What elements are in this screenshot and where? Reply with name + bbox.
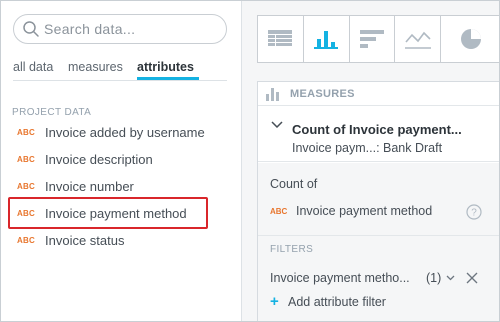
measure-configuration: Count of ABC Invoice payment method ? FI… — [258, 163, 499, 321]
configuration-panel: MEASURES Count of Invoice payment... Inv… — [241, 1, 499, 321]
count-of-attribute-label: Invoice payment method — [296, 204, 433, 218]
measures-header: MEASURES — [258, 82, 499, 106]
data-catalog-panel: all data measures attributes PROJECT DAT… — [1, 1, 241, 321]
search-icon — [23, 21, 39, 37]
list-item-invoice-number[interactable]: ABC Invoice number — [1, 173, 241, 200]
line-chart-icon — [404, 31, 431, 49]
app-frame: all data measures attributes PROJECT DAT… — [0, 0, 500, 322]
attribute-badge: ABC — [17, 236, 35, 245]
plus-icon: + — [270, 293, 279, 310]
tab-all-data[interactable]: all data — [13, 60, 53, 74]
filter-label: Invoice payment metho... — [270, 271, 410, 285]
list-item-invoice-status[interactable]: ABC Invoice status — [1, 227, 241, 254]
measure-filter-summary: Invoice paym...: Bank Draft — [292, 141, 443, 155]
attribute-badge: ABC — [17, 155, 35, 164]
bar-chart-viz-button[interactable] — [350, 16, 396, 62]
list-item-invoice-description[interactable]: ABC Invoice description — [1, 146, 241, 173]
attribute-label: Invoice status — [45, 233, 125, 248]
table-icon — [268, 30, 293, 46]
attribute-badge: ABC — [17, 209, 35, 218]
filters-title: FILTERS — [270, 244, 314, 255]
measures-title: MEASURES — [290, 88, 355, 100]
line-chart-viz-button[interactable] — [395, 16, 442, 62]
attribute-badge: ABC — [17, 182, 35, 191]
attribute-label: Invoice payment method — [45, 206, 187, 221]
column-chart-viz-button[interactable] — [304, 16, 350, 62]
pie-chart-icon — [461, 29, 482, 49]
tab-measures[interactable]: measures — [68, 60, 123, 74]
attribute-label: Invoice description — [45, 152, 153, 167]
section-title-project-data: PROJECT DATA — [12, 107, 92, 118]
search-input[interactable] — [44, 18, 222, 40]
bar-chart-icon — [360, 30, 385, 48]
filter-count: (1) — [426, 271, 442, 285]
chevron-down-icon[interactable] — [446, 275, 455, 281]
attribute-list: ABC Invoice added by username ABC Invoic… — [1, 119, 241, 254]
count-of-label: Count of — [270, 177, 318, 191]
list-item-invoice-payment-method[interactable]: ABC Invoice payment method — [1, 200, 241, 227]
visualization-type-picker — [257, 15, 499, 63]
svg-text:?: ? — [471, 208, 477, 219]
search-box[interactable] — [13, 14, 227, 44]
attribute-badge: ABC — [270, 207, 288, 216]
attribute-label: Invoice added by username — [45, 125, 205, 140]
count-of-attribute[interactable]: ABC Invoice payment method ? — [270, 201, 490, 223]
column-chart-icon — [314, 31, 339, 49]
measure-item[interactable]: Count of Invoice payment... Invoice paym… — [258, 107, 499, 162]
active-tab-indicator — [137, 77, 199, 80]
chevron-down-icon[interactable] — [271, 121, 283, 129]
help-icon[interactable]: ? — [466, 204, 482, 220]
tab-attributes[interactable]: attributes — [137, 60, 194, 74]
measures-bucket: MEASURES Count of Invoice payment... Inv… — [257, 81, 499, 321]
table-viz-button[interactable] — [258, 16, 304, 62]
divider — [258, 235, 499, 236]
measure-name: Count of Invoice payment... — [292, 122, 462, 137]
catalog-tabs: all data measures attributes — [13, 57, 227, 81]
filter-item[interactable]: Invoice payment metho... (1) — [270, 269, 492, 289]
measures-icon — [266, 88, 279, 101]
close-icon[interactable] — [466, 272, 478, 284]
pie-chart-viz-button[interactable] — [441, 16, 499, 62]
attribute-label: Invoice number — [45, 179, 134, 194]
attribute-badge: ABC — [17, 128, 35, 137]
list-item-invoice-added-by-username[interactable]: ABC Invoice added by username — [1, 119, 241, 146]
add-attribute-filter-label: Add attribute filter — [288, 295, 386, 309]
